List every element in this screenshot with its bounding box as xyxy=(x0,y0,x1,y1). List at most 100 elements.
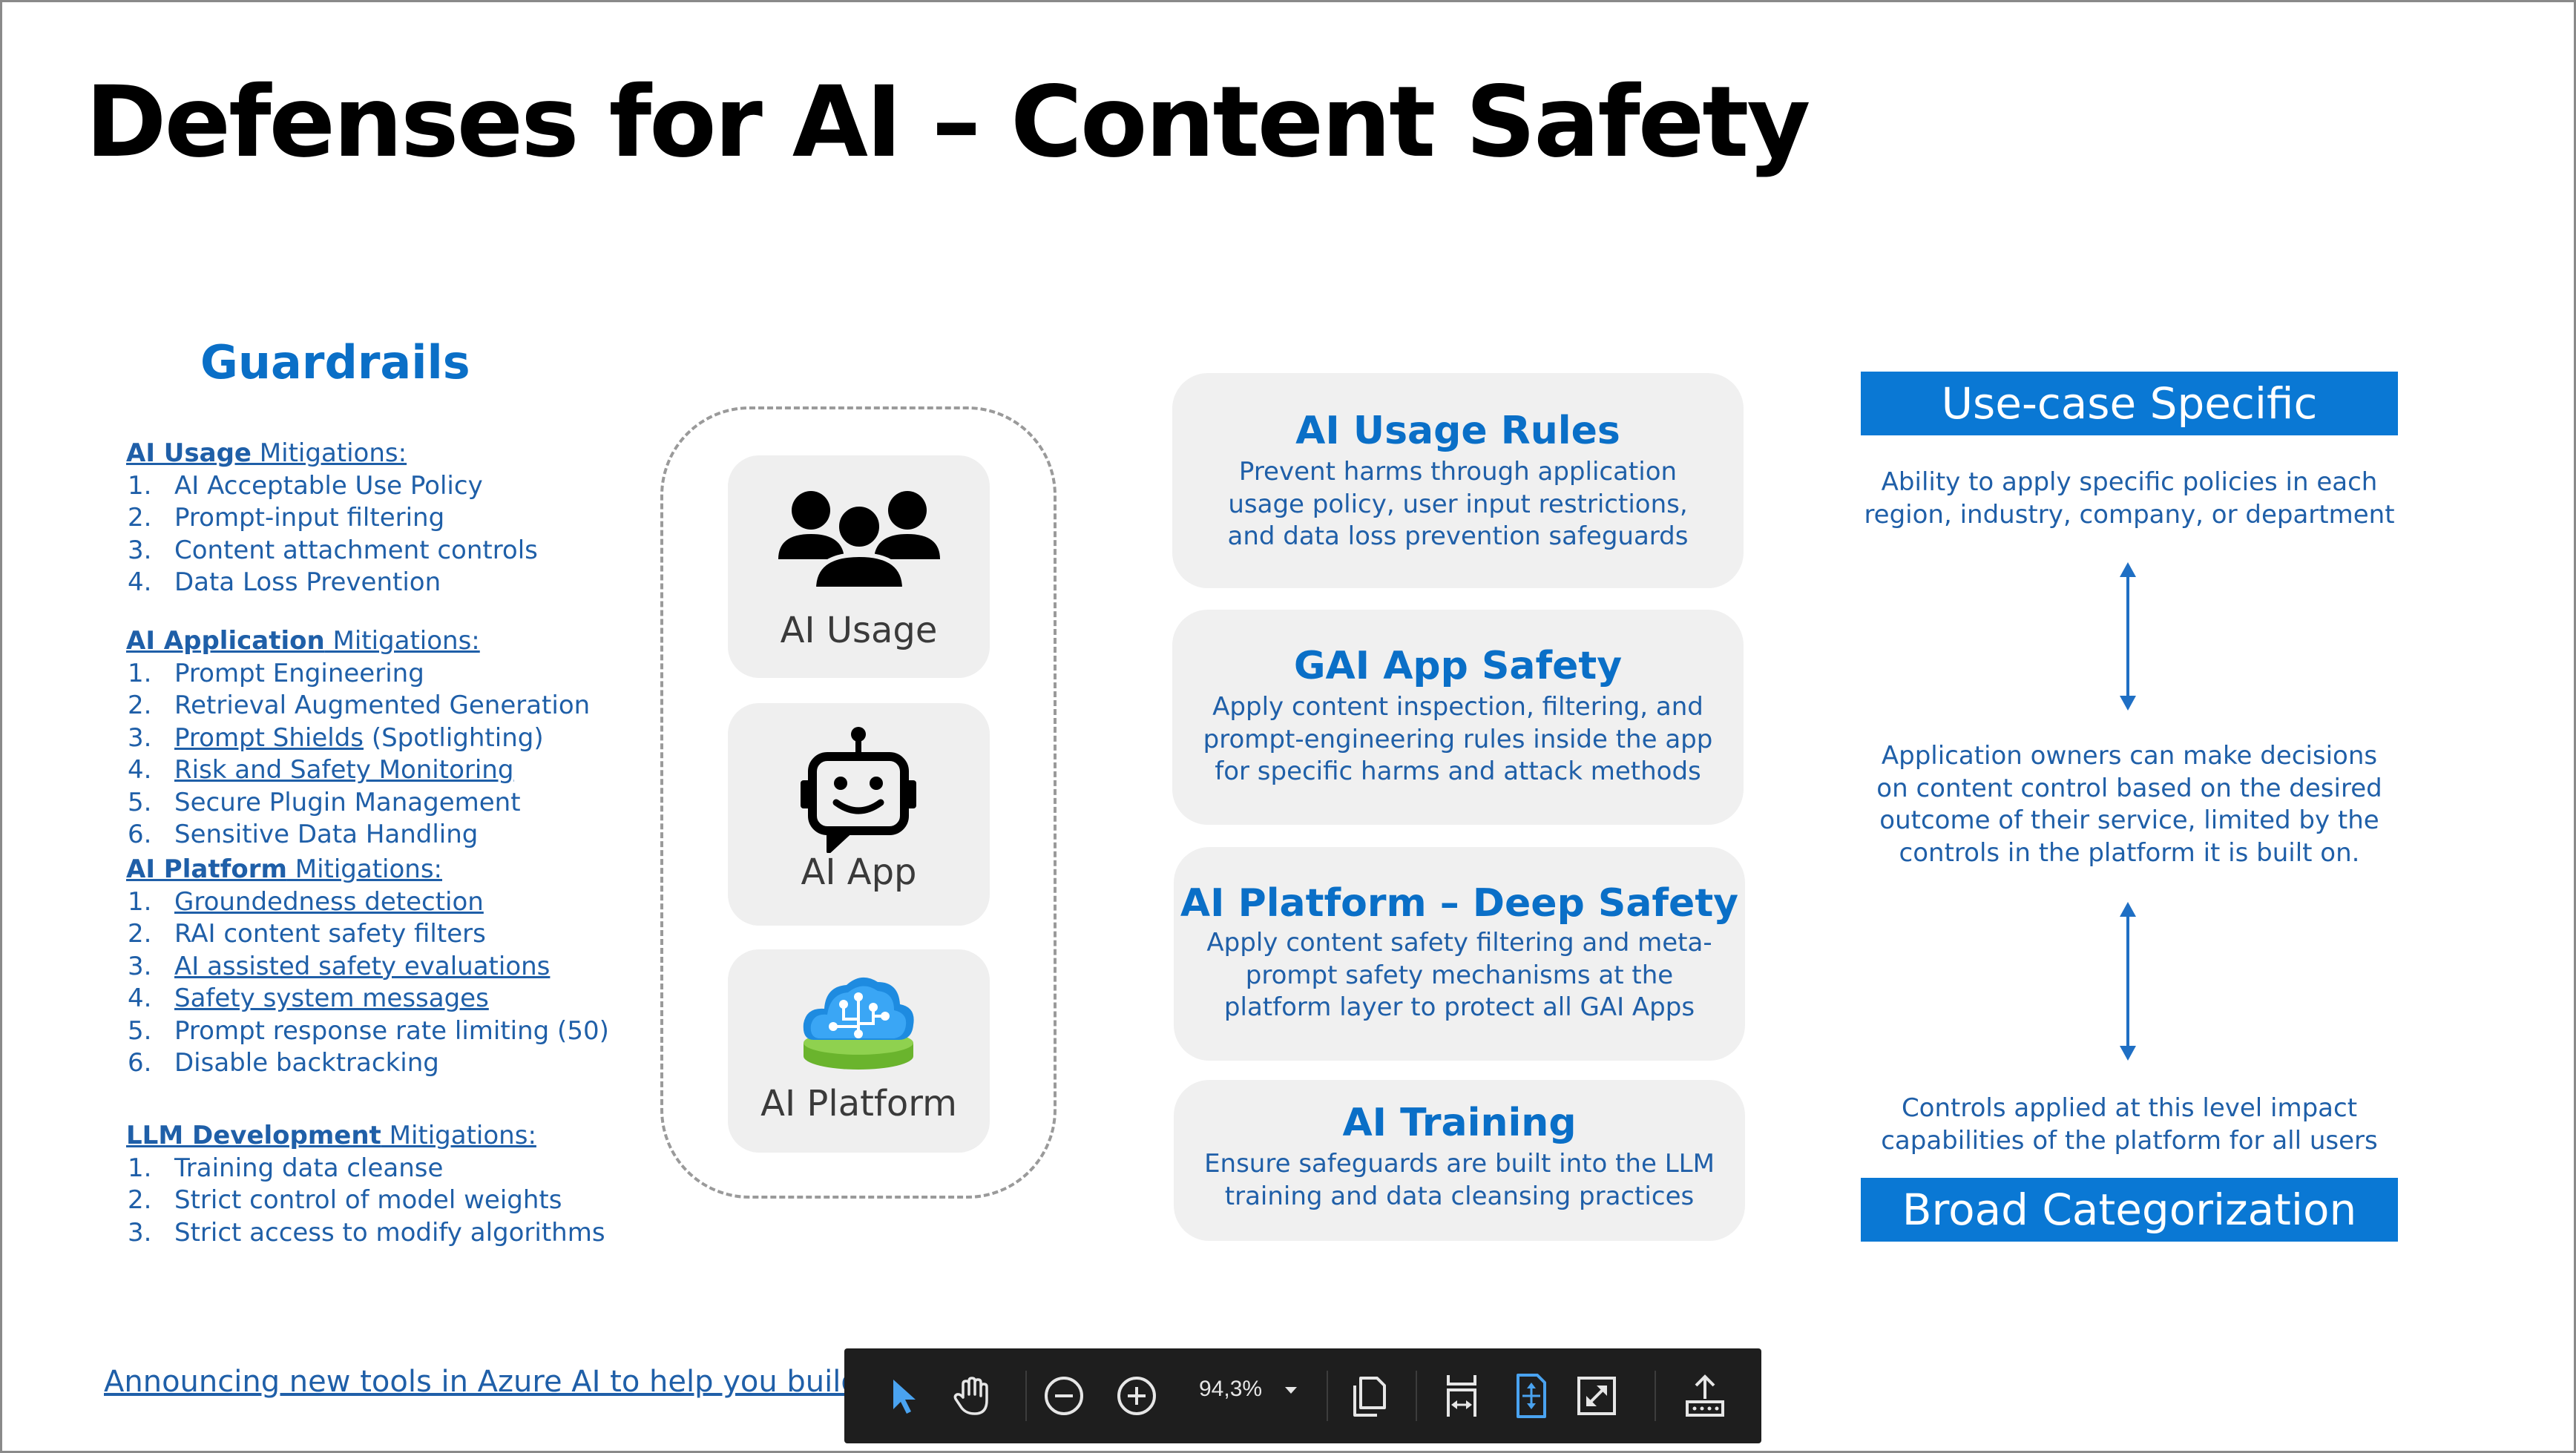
ai-app-tile: AI App xyxy=(728,703,990,926)
list-item-number: 3. xyxy=(128,722,152,753)
double-arrow-icon xyxy=(2120,902,2136,1061)
zoom-level-value[interactable]: 94,3% xyxy=(1199,1377,1262,1402)
hand-tool-button[interactable] xyxy=(944,1368,1000,1424)
controls-applied-text: Controls applied at this level impact ca… xyxy=(1881,1093,2378,1156)
list-item-number: 2. xyxy=(128,919,152,949)
fit-width-icon xyxy=(1447,1375,1476,1417)
select-pointer-icon xyxy=(893,1380,916,1414)
list-item-number: 5. xyxy=(128,787,152,817)
list-item-link[interactable]: Prompt Shields xyxy=(174,723,364,753)
announcement-link[interactable]: Announcing new tools in Azure AI to help… xyxy=(104,1365,946,1399)
list-item-text: RAI content safety filters xyxy=(174,919,486,949)
list-item[interactable]: 3. Prompt Shields (Spotlighting) xyxy=(126,722,590,755)
list-item-number: 3. xyxy=(128,535,152,565)
double-arrow-icon xyxy=(2120,562,2136,711)
card-description: Apply content inspection, filtering, and… xyxy=(1203,692,1713,786)
broad-categorization-band: Broad Categorization xyxy=(1861,1178,2398,1242)
heading-link[interactable]: AI Platform xyxy=(126,854,287,884)
card-description: Apply content safety filtering and meta-… xyxy=(1206,928,1712,1022)
ai-platform-mitigations: AI Platform Mitigations: 1. Groundedness … xyxy=(126,854,609,1080)
ai-usage-tile: AI Usage xyxy=(728,455,990,678)
card-gai-app-safety: GAI App Safety Apply content inspection,… xyxy=(1172,610,1744,825)
card-title: AI Usage Rules xyxy=(1295,409,1620,453)
share-button[interactable] xyxy=(1677,1368,1733,1424)
zoom-out-icon xyxy=(1045,1377,1083,1415)
list-item: 6. Disable backtracking xyxy=(126,1047,609,1080)
slide-title: Defenses for AI – Content Safety xyxy=(85,65,1810,179)
ai-usage-tile-label: AI Usage xyxy=(780,610,938,651)
people-group-icon xyxy=(778,491,940,590)
fullscreen-button[interactable] xyxy=(1568,1368,1625,1424)
ai-platform-tile: AI Platform xyxy=(728,949,990,1153)
list-item: 5. Prompt response rate limiting (50) xyxy=(126,1015,609,1048)
list-item[interactable]: 4. Safety system messages xyxy=(126,983,609,1015)
list-item-text: Secure Plugin Management xyxy=(174,787,521,817)
list-item: 1. Training data cleanse xyxy=(126,1153,605,1185)
list-item-suffix: (Spotlighting) xyxy=(364,722,544,753)
select-tool-button[interactable] xyxy=(875,1368,932,1424)
list-item-number: 4. xyxy=(128,984,152,1013)
list-item-number: 4. xyxy=(128,755,152,785)
card-title: AI Platform – Deep Safety xyxy=(1180,881,1739,926)
list-item: 5. Secure Plugin Management xyxy=(126,787,590,820)
zoom-in-button[interactable] xyxy=(1108,1368,1165,1424)
heading-link[interactable]: AI Usage xyxy=(126,438,252,468)
list-item-text: AI Acceptable Use Policy xyxy=(174,470,483,501)
list-item: 2. Retrieval Augmented Generation xyxy=(126,690,590,722)
hand-pan-icon xyxy=(953,1377,988,1415)
list-item-number: 4. xyxy=(128,567,152,597)
card-ai-platform-deep-safety: AI Platform – Deep Safety Apply content … xyxy=(1174,847,1745,1061)
card-ai-usage-rules: AI Usage Rules Prevent harms through app… xyxy=(1172,373,1744,588)
list-item-link[interactable]: AI assisted safety evaluations xyxy=(174,952,550,981)
list-item: 2. Prompt-input filtering xyxy=(126,502,538,535)
list-heading: AI Platform Mitigations: xyxy=(126,854,443,884)
heading-link[interactable]: AI Application xyxy=(126,626,325,656)
list-item-text: Training data cleanse xyxy=(174,1153,444,1183)
list-heading: AI Usage Mitigations: xyxy=(126,438,407,468)
share-icon xyxy=(1686,1374,1724,1417)
use-case-specific-text: Ability to apply specific policies in ea… xyxy=(1864,467,2395,530)
zoom-out-button[interactable] xyxy=(1036,1368,1092,1424)
list-item: 1. Prompt Engineering xyxy=(126,658,590,691)
list-item: 2. RAI content safety filters xyxy=(126,918,609,951)
list-item-text: Data Loss Prevention xyxy=(174,567,441,597)
robot-icon xyxy=(801,727,916,853)
list-item: 3. Content attachment controls xyxy=(126,535,538,567)
cloud-ai-platform-icon xyxy=(803,977,914,1070)
list-item: 1. AI Acceptable Use Policy xyxy=(126,470,538,503)
list-item-link[interactable]: Safety system messages xyxy=(174,984,489,1013)
fit-page-icon xyxy=(1517,1374,1546,1418)
list-item-text: Prompt Engineering xyxy=(174,658,424,688)
page-view-button[interactable] xyxy=(1340,1368,1396,1424)
card-description: Ensure safeguards are built into the LLM… xyxy=(1204,1149,1715,1211)
list-item-link[interactable]: Risk and Safety Monitoring xyxy=(174,755,513,785)
ai-application-mitigations: AI Application Mitigations: 1. Prompt Eng… xyxy=(126,625,590,851)
list-item-number: 6. xyxy=(128,1048,152,1078)
ai-usage-mitigations: AI Usage Mitigations: 1. AI Acceptable Us… xyxy=(126,438,538,599)
list-item: 4. Data Loss Prevention xyxy=(126,567,538,599)
list-item-number: 1. xyxy=(128,886,152,917)
card-description: Prevent harms through application usage … xyxy=(1227,457,1689,551)
use-case-specific-band: Use-case Specific xyxy=(1861,372,2398,435)
card-title: GAI App Safety xyxy=(1293,644,1623,688)
list-item-number: 3. xyxy=(128,951,152,981)
list-item-text: Content attachment controls xyxy=(174,535,538,565)
list-item: 2. Strict control of model weights xyxy=(126,1185,605,1217)
list-item-text: Disable backtracking xyxy=(174,1048,439,1078)
list-item-number: 1. xyxy=(128,658,152,688)
list-item-number: 1. xyxy=(128,1153,152,1183)
heading-link[interactable]: LLM Development xyxy=(126,1121,381,1150)
list-item-number: 2. xyxy=(128,503,152,533)
list-item-text: Sensitive Data Handling xyxy=(174,820,479,849)
list-item[interactable]: 1. Groundedness detection xyxy=(126,886,609,919)
zoom-dropdown-icon[interactable] xyxy=(1282,1384,1300,1396)
llm-development-mitigations: LLM Development Mitigations: 1. Training … xyxy=(126,1120,605,1249)
list-item-number: 5. xyxy=(128,1015,152,1046)
list-item-link[interactable]: Groundedness detection xyxy=(174,887,484,917)
list-item-number: 3. xyxy=(128,1217,152,1248)
fit-page-button[interactable] xyxy=(1503,1368,1560,1424)
list-item[interactable]: 3. AI assisted safety evaluations xyxy=(126,951,609,984)
zoom-in-icon xyxy=(1117,1377,1156,1415)
fit-width-button[interactable] xyxy=(1433,1368,1490,1424)
list-item[interactable]: 4. Risk and Safety Monitoring xyxy=(126,754,590,787)
